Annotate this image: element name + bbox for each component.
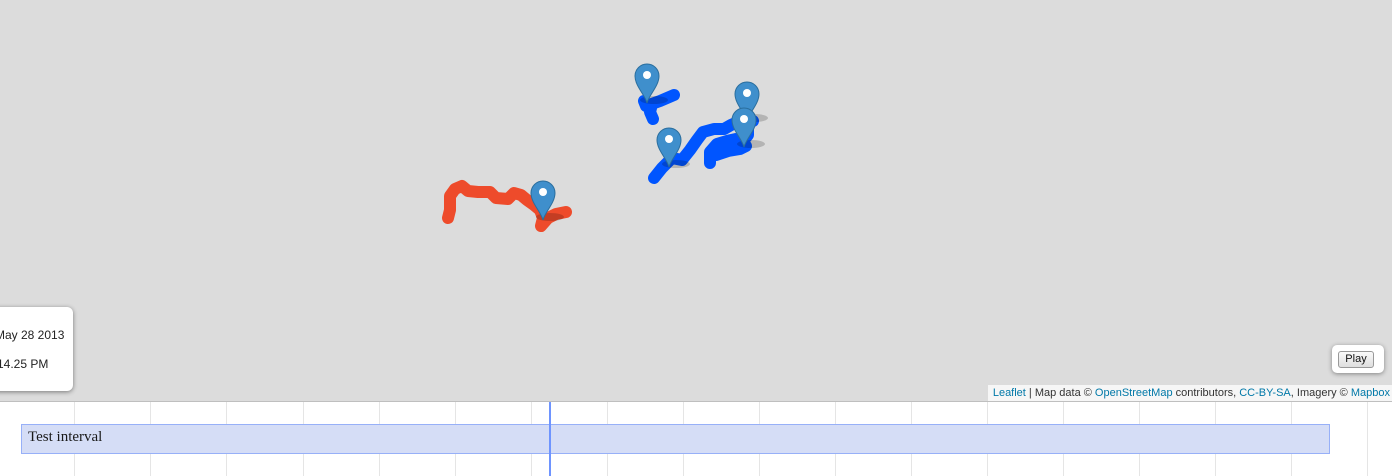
current-time: 14.25 PM xyxy=(0,357,49,371)
track-layer xyxy=(442,89,759,232)
interval-label: Test interval xyxy=(28,429,103,445)
playback-control: Play xyxy=(1332,345,1384,373)
mapbox-link[interactable]: Mapbox xyxy=(1351,387,1390,399)
timeline[interactable]: Test interval xyxy=(0,401,1392,476)
map-attribution: Leaflet | Map data © OpenStreetMap contr… xyxy=(987,385,1392,401)
attribution-text: contributors, xyxy=(1172,387,1240,399)
map-marker-icon[interactable] xyxy=(656,126,690,168)
map-marker-icon[interactable] xyxy=(530,179,564,221)
timeline-current-time-cursor[interactable] xyxy=(549,402,551,476)
timeline-interval-bar[interactable]: Test interval xyxy=(21,424,1330,454)
map-marker-icon[interactable] xyxy=(731,106,765,148)
play-button[interactable]: Play xyxy=(1338,351,1374,368)
openstreetmap-link[interactable]: OpenStreetMap xyxy=(1095,387,1173,399)
map-marker-icon[interactable] xyxy=(634,62,668,104)
map-canvas[interactable]: May 28 2013 14.25 PM Play Leaflet | Map … xyxy=(0,0,1392,401)
license-link[interactable]: CC-BY-SA xyxy=(1239,387,1291,399)
timeline-gridline xyxy=(1367,402,1368,476)
attribution-text: , Imagery © xyxy=(1290,387,1351,399)
datetime-info-panel: May 28 2013 14.25 PM xyxy=(0,307,73,391)
current-date: May 28 2013 xyxy=(0,328,65,342)
leaflet-link[interactable]: Leaflet xyxy=(993,387,1026,399)
attribution-text: | Map data © xyxy=(1025,387,1095,399)
